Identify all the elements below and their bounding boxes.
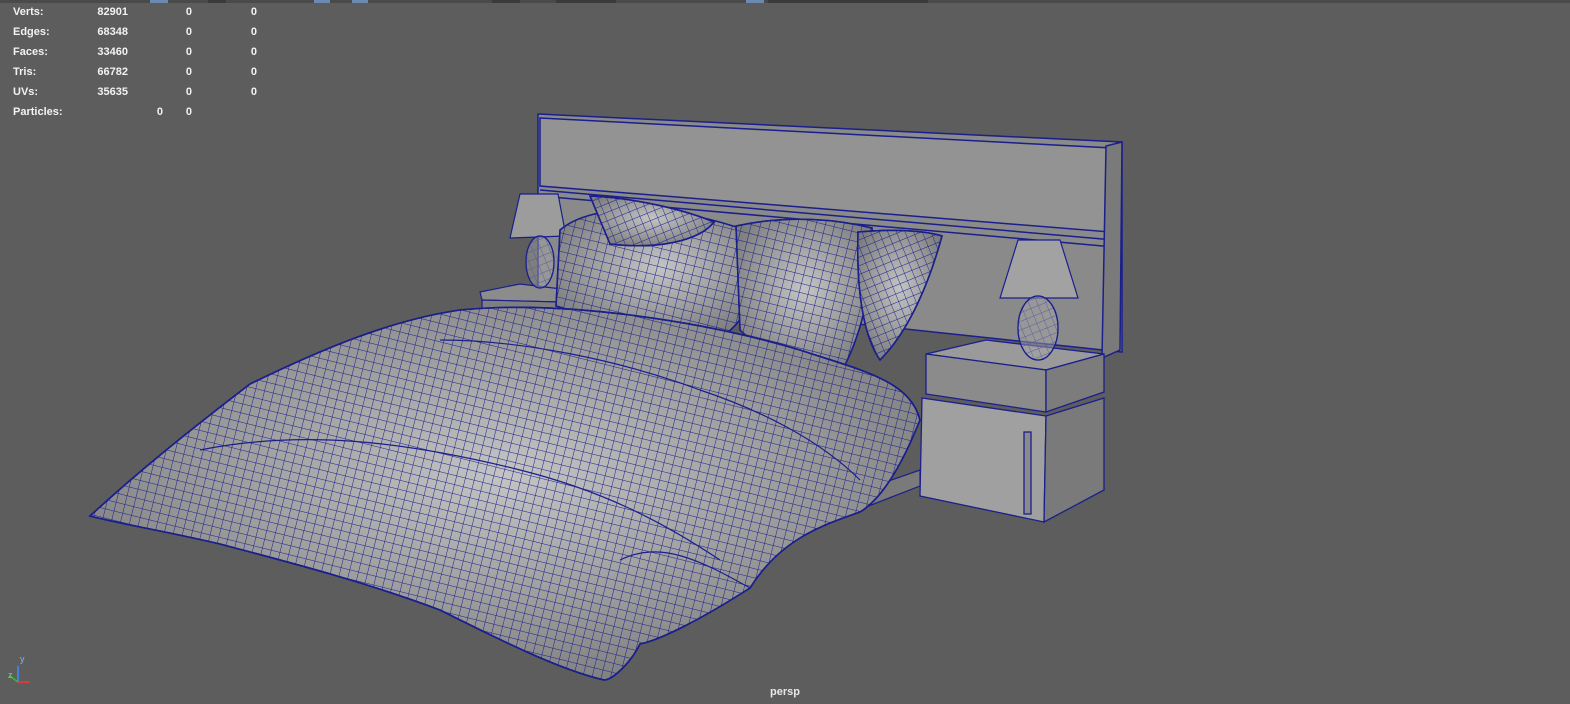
- hud-value: 0: [250, 86, 257, 98]
- hud-label: Faces:: [13, 46, 48, 58]
- axis-z-label: z: [8, 670, 13, 680]
- hud-value: 0: [250, 46, 257, 58]
- hud-label: Tris:: [13, 66, 37, 78]
- hud-value: 68348: [97, 26, 128, 38]
- hud-value: 0: [185, 6, 192, 18]
- hud-label: Verts:: [13, 6, 44, 18]
- hud-value: 0: [185, 86, 192, 98]
- nightstand-right: [919, 339, 1105, 524]
- hud-value: 66782: [97, 66, 128, 78]
- hud-value: 33460: [97, 46, 128, 58]
- hud-value: 0: [185, 106, 192, 118]
- duvet: [88, 306, 921, 681]
- hud-label: Particles:: [13, 106, 63, 118]
- hud-value: 0: [156, 106, 163, 118]
- hud-value: 35635: [97, 86, 128, 98]
- axis-y-label: y: [20, 654, 25, 664]
- hud-label: UVs:: [13, 86, 39, 98]
- hud-value: 0: [185, 66, 192, 78]
- hud-value: 0: [185, 46, 192, 58]
- axis-labels: y z: [6, 654, 36, 684]
- hud-value: 0: [250, 66, 257, 78]
- hud-value: 0: [250, 26, 257, 38]
- hud-label: Edges:: [13, 26, 50, 38]
- hud-value: 0: [250, 6, 257, 18]
- 3d-viewport[interactable]: [0, 0, 1570, 704]
- camera-label: persp: [770, 686, 800, 698]
- hud-value: 82901: [97, 6, 128, 18]
- hud-value: 0: [185, 26, 192, 38]
